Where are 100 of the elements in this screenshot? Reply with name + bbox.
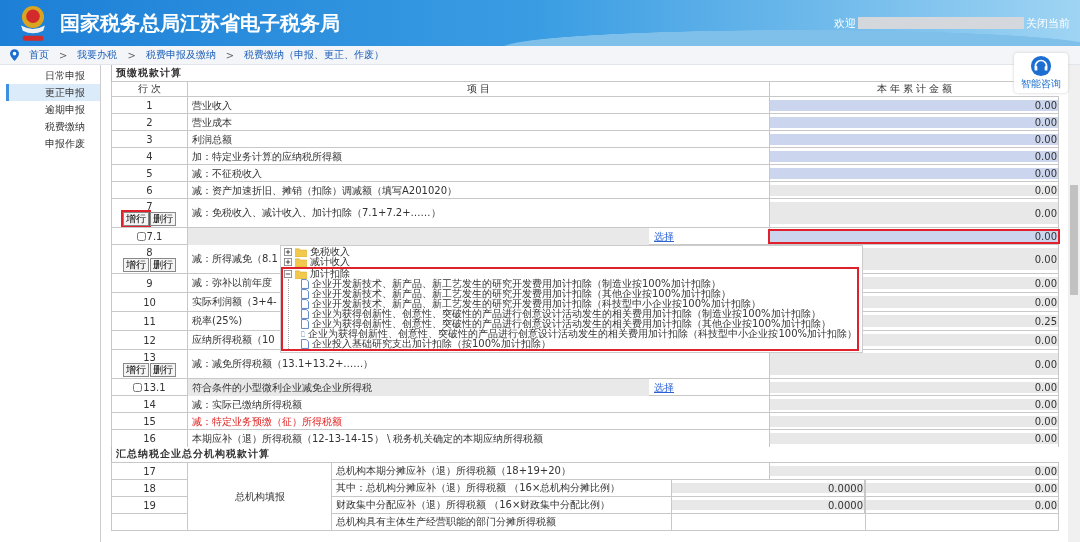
row-number: 19 [143,499,156,511]
ratio-field[interactable]: 0.0000 [672,483,864,493]
location-pin-icon [10,49,19,61]
row-number: 4 [146,151,153,162]
item-cell: 利润总额 [187,130,769,148]
breadcrumb-separator: > [225,49,235,61]
headset-icon [1030,55,1052,77]
item-cell: 减：减免所得税额（13.1+13.2+……） [187,349,769,378]
amount-field[interactable]: 0.00 [866,483,1058,493]
item-cell: 符合条件的小型微利企业减免企业所得税 [188,379,649,396]
ratio-field[interactable]: 0.0000 [672,500,864,510]
amount-field[interactable]: 0.00 [770,433,1058,444]
smart-consult-button[interactable]: 智能咨询 [1014,53,1068,93]
tree-item[interactable]: 企业开发新技术、新产品、新工艺发生的研究开发费用加计扣除（其他企业按100%加计扣除） [312,289,731,299]
select-link[interactable]: 选择 [654,380,674,395]
site-title: 国家税务总局江苏省电子税务局 [60,9,340,37]
breadcrumb-separator: > [127,49,136,61]
item-cell: 其中：总机构分摊应补（退）所得税额 （16×总机构分摊比例） [331,479,671,496]
column-header: 行 次 [111,81,187,96]
amount-field[interactable]: 0.00 [866,500,1058,510]
item-cell: 财政集中分配应补（退）所得税额 （16×财政集中分配比例） [331,496,671,513]
tree-item[interactable]: 免税收入 [310,247,350,257]
sidebar-item[interactable]: 逾期申报 [6,101,100,118]
row-number: 12 [143,334,156,346]
breadcrumb-link[interactable]: 我要办税 [77,48,118,62]
tree-item[interactable]: 企业开发新技术、新产品、新工艺发生的研究开发费用加计扣除（科技型中小企业按100%加计扣除） [312,299,761,309]
amount-field[interactable]: 0.00 [770,100,1058,111]
sidebar-item[interactable]: 更正申报 [6,84,100,101]
row-number: 2 [146,117,153,128]
item-cell: 减：特定业务预缴（征）所得税额 [187,412,769,430]
row-number: 6 [146,185,153,196]
row-checkbox[interactable] [133,383,143,392]
folder-icon [295,247,307,257]
tree-item[interactable]: 企业开发新技术、新产品、新工艺发生的研究开发费用加计扣除（制造业按100%加计扣除） [312,279,721,289]
amount-field[interactable]: 0.00 [770,231,1058,242]
amount-field[interactable]: 0.00 [770,168,1058,179]
item-cell: 总机构具有主体生产经营职能的部门分摊所得税额 [331,513,671,530]
item-cell: 总机构本期分摊应补（退）所得税额（18+19+20） [331,462,769,479]
sidebar-item[interactable]: 税费缴纳 [6,118,100,135]
expand-icon[interactable] [284,258,292,266]
breadcrumb-link[interactable]: 首页 [29,48,49,62]
row-action-button[interactable]: 删行 [150,211,176,226]
amount-field[interactable]: 0.00 [770,202,1058,224]
welcome-text: 欢迎 [834,15,856,31]
group-label-cell: 总机构填报 [187,462,331,530]
row-number: 14 [143,399,156,410]
breadcrumb-link[interactable]: 税费缴纳（申报、更正、作废） [244,48,385,62]
folder-icon [295,269,307,279]
row-number: 13.1 [143,382,166,393]
amount-field[interactable]: 0.00 [770,466,1058,476]
row-number: 8 [146,246,153,258]
expand-icon[interactable] [284,248,292,256]
amount-field[interactable]: 0.00 [770,399,1058,410]
item-cell: 加：特定业务计算的应纳税所得额 [187,147,769,165]
breadcrumb-link[interactable]: 税费申报及缴纳 [145,48,216,62]
row-number: 15 [143,416,156,427]
item-cell: 减：不征税收入 [187,164,769,182]
row-checkbox[interactable] [136,232,146,241]
row-number: 13 [143,351,156,363]
row-number: 3 [146,134,153,145]
row-action-button[interactable]: 删行 [150,257,176,272]
select-link[interactable]: 选择 [654,229,674,244]
tree-item[interactable]: 减计收入 [310,257,350,267]
tree-item[interactable]: 企业投入基础研究支出加计扣除（按100%加计扣除） [312,339,551,349]
amount-field[interactable]: 0.00 [770,134,1058,145]
item-cell: 减：实际已缴纳所得税额 [187,395,769,413]
amount-field[interactable]: 0.00 [770,185,1058,196]
amount-field[interactable]: 0.00 [770,117,1058,128]
breadcrumb-separator: > [59,49,68,61]
amount-field[interactable]: 0.00 [770,353,1058,375]
sidebar-item[interactable]: 申报作废 [6,135,100,152]
column-header: 项 目 [187,81,769,96]
amount-field[interactable]: 0.00 [770,416,1058,427]
row-number: 5 [146,168,153,179]
scrollbar[interactable] [1068,65,1080,542]
row-number: 18 [143,482,156,494]
collapse-icon[interactable] [284,270,292,278]
amount-field[interactable]: 0.00 [770,382,1058,393]
row-number: 1 [146,100,153,111]
amount-field[interactable]: 0.00 [770,151,1058,162]
item-cell: 本期应补（退）所得税额（12-13-14-15） \ 税务机关确定的本期应纳所得税额 [187,429,769,447]
sidebar-item[interactable]: 日常申报 [6,67,100,84]
row-number: 7.1 [146,231,163,242]
item-cell: 营业收入 [187,96,769,114]
row-number: 10 [143,296,156,308]
row-action-button[interactable]: 删行 [150,362,176,377]
row-action-button[interactable]: 增行 [123,362,149,377]
item-cell: 营业成本 [187,113,769,131]
row-number: 16 [143,433,156,444]
row-number: 17 [143,465,156,477]
folder-icon [295,257,307,267]
row-action-button[interactable]: 增行 [123,211,149,226]
tree-item[interactable]: 加计扣除 [310,269,350,279]
row-number: 11 [143,315,156,327]
item-cell: 减：资产加速折旧、摊销（扣除）调减额（填写A201020） [187,181,769,199]
row-number: 9 [146,277,153,289]
section-title: 汇总纳税企业总分机构税款计算 [111,446,1059,462]
item-cell: 减：免税收入、减计收入、加计扣除（7.1+7.2+……） [187,198,769,227]
row-number: 7 [146,200,153,212]
row-action-button[interactable]: 增行 [123,257,149,272]
